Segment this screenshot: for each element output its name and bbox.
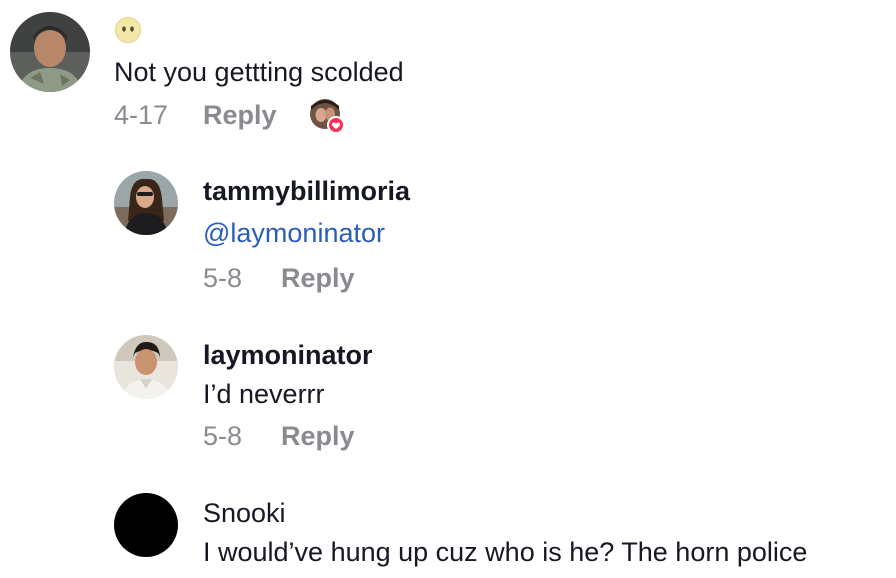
avatar-snooki[interactable] [114, 493, 178, 557]
top-comment-date: 4-17 [114, 100, 169, 130]
top-comment-reply-button[interactable]: Reply [203, 100, 277, 131]
avatar-laymoninator[interactable] [114, 335, 178, 399]
reply-2-reply-button[interactable]: Reply [281, 421, 355, 452]
avatar-tammybillimoria[interactable] [114, 171, 178, 235]
reply-3-username[interactable]: Snooki [203, 498, 286, 529]
creator-liked-badge [308, 98, 345, 134]
top-comment-text: Not you gettting scolded [114, 57, 404, 87]
avatar-top-commenter[interactable] [10, 12, 90, 92]
reply-1-date: 5-8 [203, 263, 243, 293]
reply-1-reply-button[interactable]: Reply [281, 263, 355, 294]
reply-3-text: I would’ve hung up cuz who is he? The ho… [203, 537, 808, 567]
reply-2-date: 5-8 [203, 421, 243, 451]
reply-1-username[interactable]: tammybillimoria [203, 176, 410, 207]
reply-1-mention[interactable]: @laymoninator [203, 218, 385, 249]
reply-2-username[interactable]: laymoninator [203, 340, 373, 371]
face-without-mouth-icon [114, 16, 142, 44]
reply-2-text: I’d neverrr [203, 379, 325, 409]
